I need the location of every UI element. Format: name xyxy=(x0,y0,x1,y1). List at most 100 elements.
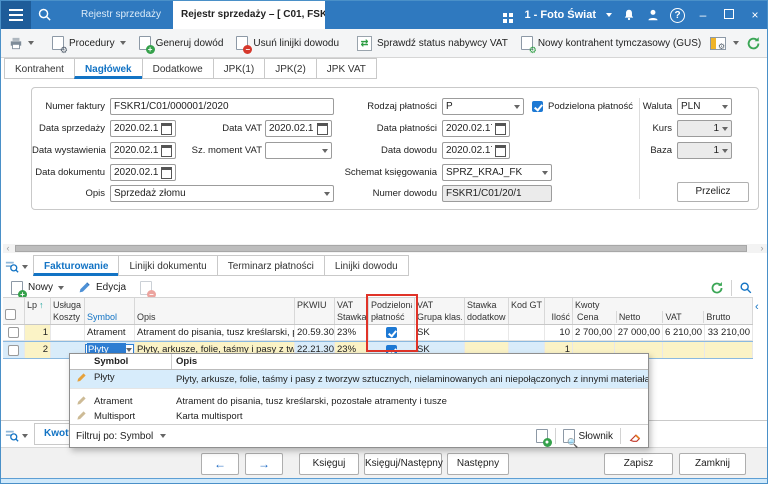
tab-terminarz-platnosci[interactable]: Terminarz płatności xyxy=(216,255,325,276)
sprawdz-status-button[interactable]: ⇄ Sprawdź status nabywcy VAT xyxy=(353,32,512,54)
row-select-checkbox[interactable] xyxy=(8,327,19,338)
przelicz-button[interactable]: Przelicz xyxy=(677,182,749,202)
minimize-button[interactable]: – xyxy=(695,1,711,29)
notifications-bell-icon[interactable] xyxy=(622,8,636,22)
print-button[interactable] xyxy=(5,32,38,54)
kurs-field[interactable]: 1 xyxy=(677,120,732,137)
calendar-icon[interactable] xyxy=(495,122,506,135)
column-header-brutto[interactable]: Brutto xyxy=(703,311,750,323)
data-dokumentu-field[interactable]: 2020.02.17 xyxy=(110,164,176,181)
calendar-icon[interactable] xyxy=(495,144,506,157)
add-entry-icon[interactable]: ● xyxy=(535,429,552,448)
horizontal-scrollbar[interactable]: ‹ › xyxy=(3,244,767,253)
column-header-kod-gtu[interactable]: Kod GTU xyxy=(509,298,545,324)
column-header-opis[interactable]: Opis xyxy=(135,298,295,324)
view-selector-icon[interactable] xyxy=(3,429,30,445)
numer-faktury-input[interactable] xyxy=(114,101,330,112)
view-settings-icon[interactable]: ⚙ xyxy=(710,36,727,50)
close-button[interactable]: × xyxy=(747,1,763,29)
lookup-item-selected[interactable]: Płyty Płyty, arkusze, folie, taśmy i pas… xyxy=(70,370,648,389)
workspace-name[interactable]: 1 - Foto Świat xyxy=(525,9,597,21)
usun-linijki-button[interactable]: – Usuń linijki dowodu xyxy=(232,32,343,54)
procedury-button[interactable]: ⚙ Procedury xyxy=(48,32,130,55)
workspace-chevron-icon[interactable] xyxy=(606,13,612,17)
opis-dropdown[interactable]: Sprzedaż złomu xyxy=(110,185,334,202)
window-tab-background[interactable]: Rejestr sprzedaży xyxy=(71,1,171,29)
column-header-usluga-koszty[interactable]: Usługa Koszty xyxy=(51,298,85,324)
tab-linijki-dowodu[interactable]: Linijki dowodu xyxy=(323,255,409,276)
schemat-ksiegowania-dropdown[interactable]: SPRZ_KRAJ_FK xyxy=(442,164,552,181)
filter-chevron-icon[interactable] xyxy=(160,434,167,439)
lookup-header-symbol[interactable]: Symbol xyxy=(92,354,172,369)
column-header-vat-grupa[interactable]: VAT Grupa klas. xyxy=(415,298,465,324)
column-header-podzielona-platnosc[interactable]: Podzielona płatność xyxy=(369,298,415,324)
baza-field[interactable]: 1 xyxy=(677,142,732,159)
view-selector-icon[interactable] xyxy=(3,260,30,276)
help-icon[interactable]: ? xyxy=(670,7,685,23)
tab-dodatkowe[interactable]: Dodatkowe xyxy=(141,58,214,79)
data-vat-field[interactable]: 2020.02.17 xyxy=(265,120,332,137)
filter-by-label[interactable]: Filtruj po: Symbol xyxy=(76,431,153,442)
podzielona-cell-checkbox[interactable] xyxy=(386,327,397,338)
table-row[interactable]: 1 Atrament Atrament do pisania, tusz kre… xyxy=(3,325,753,341)
column-header-pkwiu[interactable]: PKWIU xyxy=(295,298,335,324)
maximize-button[interactable] xyxy=(721,1,737,29)
scroll-right-icon[interactable]: › xyxy=(757,244,767,253)
user-account-icon[interactable] xyxy=(646,8,660,22)
column-header-symbol[interactable]: Symbol xyxy=(85,298,135,324)
symbol-editor-chevron-icon[interactable] xyxy=(126,348,132,352)
calendar-icon[interactable] xyxy=(161,166,172,179)
column-header-cena[interactable]: Cena xyxy=(575,311,616,323)
column-header-vat-stawka[interactable]: VAT Stawka xyxy=(335,298,369,324)
tab-naglowek[interactable]: Nagłówek xyxy=(73,58,143,79)
nowy-button[interactable]: + Nowy xyxy=(7,277,68,299)
next-record-button[interactable]: → xyxy=(245,453,283,475)
tab-kontrahent[interactable]: Kontrahent xyxy=(4,58,75,79)
grid-zoom-search-icon[interactable] xyxy=(739,281,753,295)
refresh-icon[interactable] xyxy=(746,36,761,51)
eraser-icon[interactable] xyxy=(628,430,642,443)
data-sprzedazy-field[interactable]: 2020.02.17 xyxy=(110,120,176,137)
generuj-dowod-button[interactable]: + Generuj dowód xyxy=(135,32,228,54)
lookup-item[interactable]: Multisport Karta multisport xyxy=(70,409,648,424)
nastepny-button[interactable]: Następny xyxy=(447,453,509,475)
scrollbar-thumb[interactable] xyxy=(15,245,747,252)
tab-jpk1[interactable]: JPK(1) xyxy=(212,58,266,79)
slownik-button[interactable]: 🔍 Słownik xyxy=(562,429,613,448)
waluta-dropdown[interactable]: PLN xyxy=(677,98,732,115)
column-header-stawka-dodatkowa[interactable]: Stawkadodatkowa xyxy=(465,298,509,324)
zapisz-button[interactable]: Zapisz xyxy=(604,453,673,475)
view-settings-chevron-icon[interactable] xyxy=(733,41,740,45)
column-header-netto[interactable]: Netto xyxy=(615,311,663,323)
edycja-button[interactable]: Edycja xyxy=(74,277,130,299)
ksieguj-button[interactable]: Księguj xyxy=(299,453,359,475)
delete-row-button[interactable]: – xyxy=(136,277,157,299)
scroll-left-icon[interactable]: ‹ xyxy=(3,244,13,253)
tab-linijki-dokumentu[interactable]: Linijki dokumentu xyxy=(118,255,218,276)
calendar-icon[interactable] xyxy=(161,122,172,135)
column-header-ilosc[interactable]: Ilość xyxy=(545,298,573,324)
search-icon[interactable] xyxy=(37,7,52,22)
chevron-down-icon[interactable] xyxy=(22,265,28,269)
column-header-vat[interactable]: VAT xyxy=(662,311,703,323)
numer-faktury-field[interactable] xyxy=(110,98,334,115)
nowy-kontrahent-button[interactable]: ⚙ Nowy kontrahent tymczasowy (GUS) xyxy=(517,32,705,55)
tab-fakturowanie[interactable]: Fakturowanie xyxy=(33,255,120,276)
ksieguj-nastepny-button[interactable]: Księguj/Następny xyxy=(364,453,443,475)
calendar-icon[interactable] xyxy=(161,144,172,157)
hamburger-menu-button[interactable] xyxy=(1,1,31,29)
grid-refresh-icon[interactable] xyxy=(710,281,724,295)
lookup-header-opis[interactable]: Opis xyxy=(172,354,648,369)
row-select-checkbox[interactable] xyxy=(8,344,19,356)
app-grid-icon[interactable] xyxy=(502,13,507,17)
previous-record-button[interactable]: ← xyxy=(201,453,239,475)
column-header-kwoty-group[interactable]: Kwoty Cena Netto VAT Brutto xyxy=(573,298,753,324)
tab-jpkvat[interactable]: JPK VAT xyxy=(315,58,377,79)
data-platnosci-field[interactable]: 2020.02.17 xyxy=(442,120,510,137)
data-wystawienia-field[interactable]: 2020.02.17 xyxy=(110,142,176,159)
sz-moment-vat-dropdown[interactable] xyxy=(265,142,332,159)
tab-jpk2[interactable]: JPK(2) xyxy=(264,58,317,79)
select-all-header[interactable] xyxy=(3,298,25,324)
chevron-down-icon[interactable] xyxy=(22,434,28,438)
window-tab-active[interactable]: Rejestr sprzedaży – [ C01, FSKR1, xyxy=(173,1,325,29)
